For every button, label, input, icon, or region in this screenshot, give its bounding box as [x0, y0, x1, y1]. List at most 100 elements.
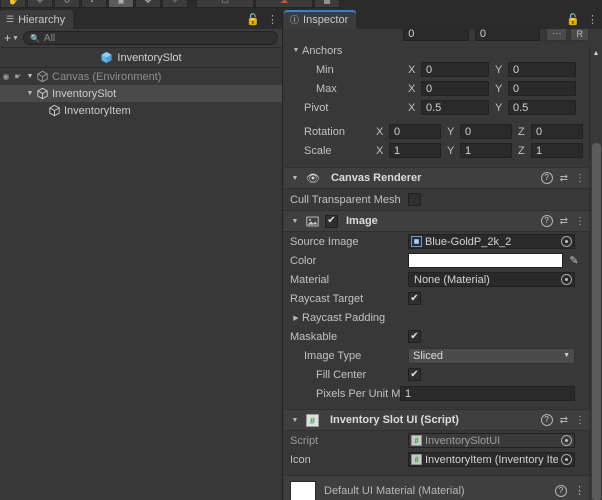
component-header-canvas-renderer[interactable]: ▼ 👁 Canvas Renderer ? ⇄ ⋮ [284, 167, 589, 189]
expand-arrow-inventoryslot[interactable]: ▼ [24, 90, 36, 97]
kebab-menu-icon[interactable]: ⋮ [575, 415, 585, 426]
clipped-field-x[interactable]: 0 [403, 29, 469, 41]
anchors-min-y-input[interactable]: 0 [508, 62, 576, 77]
component-header-inventory-slot-ui[interactable]: ▼ # Inventory Slot UI (Script) ? ⇄ ⋮ [284, 409, 589, 431]
fill-center-checkbox[interactable]: ✔ [408, 368, 421, 381]
search-input[interactable]: 🔍 All [22, 31, 278, 45]
fill-center-label: Fill Center [316, 368, 367, 381]
inspector-scrollbar[interactable]: ▲ ▼ [589, 48, 602, 500]
tree-item-inventoryslot[interactable]: ▼ InventorySlot [0, 85, 282, 102]
create-object-button[interactable]: + ▼ [4, 31, 19, 45]
preset-icon[interactable]: ⇄ [560, 415, 568, 426]
help-icon[interactable]: ? [540, 414, 553, 426]
component-header-image[interactable]: ▼ ✔ Image ? ⇄ ⋮ [284, 210, 589, 232]
anchors-min-x-input[interactable]: 0 [421, 62, 489, 77]
material-field[interactable]: None (Material) [408, 272, 575, 287]
anchor-preset-button[interactable]: ⋯ [546, 29, 568, 41]
rotation-x-input[interactable]: 0 [389, 124, 441, 139]
blueprint-mode-button[interactable]: R [570, 29, 589, 41]
help-icon[interactable]: ? [555, 484, 567, 497]
svg-text:#: # [414, 455, 419, 464]
chevron-down-icon[interactable]: ▼ [290, 47, 302, 54]
hand-tool-icon[interactable]: ✋ [0, 0, 26, 8]
canvas-renderer-title: Canvas Renderer [330, 172, 422, 184]
prefab-header-label: InventorySlot [117, 51, 182, 64]
csharp-script-icon: # [411, 454, 422, 465]
cull-transparent-mesh-checkbox[interactable]: ✔ [408, 193, 421, 206]
scale-x-input[interactable]: 1 [389, 143, 441, 158]
pixels-per-unit-input[interactable]: 1 [400, 386, 575, 401]
rotation-y-input[interactable]: 0 [460, 124, 512, 139]
rect-tool-icon[interactable]: ▣ [108, 0, 134, 8]
preset-icon[interactable]: ⇄ [560, 216, 568, 227]
object-picker-icon[interactable] [561, 454, 572, 465]
tree-item-canvas[interactable]: ◉ ☛ ▼ Canvas (Environment) [0, 68, 282, 85]
anchors-label: Anchors [302, 44, 343, 57]
scale-y-input[interactable]: 1 [460, 143, 512, 158]
chevron-right-icon[interactable]: ▶ [290, 314, 302, 322]
raycast-padding-row[interactable]: ▶ Raycast Padding [284, 308, 589, 327]
anchors-min-row: Min X 0 Y 0 [284, 60, 589, 79]
object-picker-icon[interactable] [561, 435, 572, 446]
svg-text:#: # [310, 415, 315, 425]
help-icon[interactable]: ? [540, 215, 553, 227]
material-preview-swatch [290, 481, 316, 500]
tab-inspector[interactable]: ⓘ Inspector [284, 10, 357, 29]
scale-tool-icon[interactable]: ⤢ [81, 0, 107, 8]
rotate-tool-icon[interactable]: ↻ [54, 0, 80, 8]
image-enabled-checkbox[interactable]: ✔ [325, 214, 338, 228]
chevron-down-icon[interactable]: ▼ [289, 218, 301, 225]
chevron-down-icon[interactable]: ▼ [289, 417, 301, 424]
account-dropdown-icon[interactable]: ▭ [196, 0, 254, 8]
toolbar-right-group: ▭ ☁ ▦ [196, 0, 341, 9]
maskable-checkbox[interactable]: ✔ [408, 330, 421, 343]
scene-visibility-icon[interactable]: ◉ [0, 72, 12, 81]
scrollbar-thumb[interactable] [592, 143, 601, 500]
eyedropper-icon[interactable]: ✎ [567, 254, 581, 267]
tree-item-inventoryitem[interactable]: InventoryItem [0, 102, 282, 119]
plus-icon: + [4, 31, 12, 45]
expand-arrow-canvas[interactable]: ▼ [24, 73, 36, 80]
kebab-menu-icon[interactable]: ⋮ [575, 173, 585, 184]
scene-pick-icon[interactable]: ☛ [12, 72, 24, 81]
kebab-menu-icon[interactable]: ⋮ [575, 216, 585, 227]
layers-dropdown-icon[interactable]: ▦ [314, 0, 340, 8]
anchors-max-y-input[interactable]: 0 [508, 81, 576, 96]
image-type-dropdown[interactable]: Sliced ▼ [408, 347, 575, 364]
raycast-target-checkbox[interactable]: ✔ [408, 292, 421, 305]
csharp-script-icon: # [306, 413, 319, 427]
object-picker-icon[interactable] [561, 274, 572, 285]
anchors-max-x-input[interactable]: 0 [421, 81, 489, 96]
anchors-foldout-row[interactable]: ▼ Anchors [284, 41, 589, 60]
object-picker-icon[interactable] [561, 236, 572, 247]
color-row: Color ✎ [284, 251, 589, 270]
icon-field[interactable]: # InventoryItem (Inventory Item Ic [408, 452, 575, 467]
help-icon[interactable]: ? [540, 172, 553, 184]
icon-value: InventoryItem (Inventory Item Ic [425, 453, 558, 466]
source-image-field[interactable]: Blue-GoldP_2k_2 [408, 234, 575, 249]
lock-icon[interactable]: 🔓 [246, 15, 260, 26]
kebab-menu-icon[interactable]: ⋮ [574, 484, 585, 497]
axis-label-x: X [408, 82, 416, 95]
prefab-breadcrumb-header[interactable]: InventorySlot [0, 48, 282, 68]
scale-z-input[interactable]: 1 [531, 143, 583, 158]
color-swatch-field[interactable] [408, 253, 563, 268]
chevron-down-icon: ▼ [12, 34, 19, 42]
lock-icon[interactable]: 🔓 [566, 15, 580, 26]
transform-tool-icon[interactable]: ✥ [135, 0, 161, 8]
image-type-value: Sliced [413, 349, 443, 362]
tab-hierarchy[interactable]: ☰ Hierarchy [0, 10, 74, 29]
kebab-menu-icon[interactable]: ⋮ [587, 15, 598, 26]
chevron-down-icon[interactable]: ▼ [289, 175, 301, 182]
cloud-dropdown-icon[interactable]: ☁ [255, 0, 313, 8]
preset-icon[interactable]: ⇄ [560, 173, 568, 184]
move-tool-icon[interactable]: ✛ [27, 0, 53, 8]
custom-tool-icon[interactable]: ✧ [162, 0, 188, 8]
clipped-field-y[interactable]: 0 [474, 29, 541, 41]
kebab-menu-icon[interactable]: ⋮ [267, 15, 278, 26]
rotation-z-input[interactable]: 0 [531, 124, 583, 139]
scroll-up-arrow-icon[interactable]: ▲ [590, 48, 602, 59]
pivot-y-input[interactable]: 0.5 [508, 100, 576, 115]
axis-label-x: X [408, 63, 416, 76]
pivot-x-input[interactable]: 0.5 [421, 100, 489, 115]
